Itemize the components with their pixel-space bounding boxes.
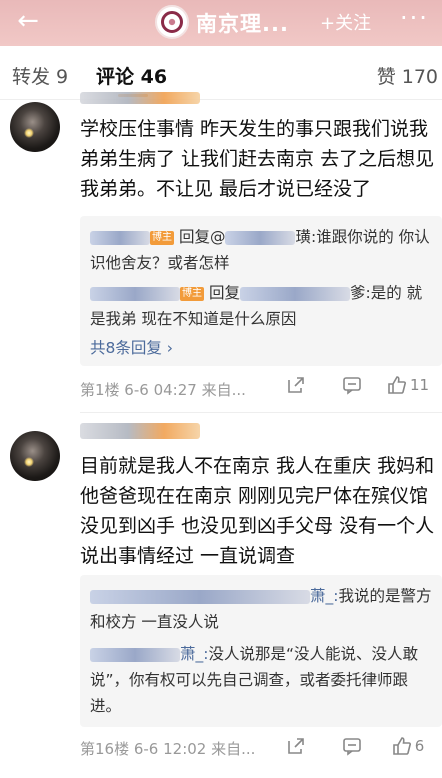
comment-icon	[343, 377, 361, 395]
reply-target-suffix: 爹:	[349, 284, 371, 302]
share-icon	[288, 377, 304, 393]
reply-target-suffix: 璜:	[295, 228, 317, 246]
like-button[interactable]: 11	[380, 372, 436, 398]
view-all-replies-link[interactable]: 共8条回复 ›	[90, 334, 432, 362]
share-button[interactable]	[268, 372, 324, 398]
commenter-avatar[interactable]	[10, 102, 60, 152]
university-logo-icon	[161, 11, 183, 33]
share-icon	[288, 738, 304, 754]
thumb-up-icon	[388, 376, 406, 394]
commenter-name-blurred[interactable]	[80, 423, 200, 439]
commenter-avatar[interactable]	[10, 431, 60, 481]
comment-meta: 第16楼 6-6 12:02 来自...	[80, 740, 256, 758]
comment-item: 目前就是我人不在南京 我人在重庆 我妈和他爸爸现在在南京 刚刚见完尸体在殡仪馆 …	[0, 415, 442, 775]
reply-target-blurred	[239, 286, 350, 301]
reply-author-suffix[interactable]: 萧_:	[180, 645, 208, 663]
tab-forward[interactable]: 转发 9	[12, 62, 68, 89]
comment-text: 学校压住事情 昨天发生的事只跟我们说我弟弟生病了 让我们赶去南京 去了之后想见我…	[80, 118, 435, 200]
reply-item: 萧_:我说的是警方和校方 一直没人说	[90, 583, 432, 635]
reply-author-blurred[interactable]	[90, 647, 180, 662]
comment-actions: 11	[268, 372, 436, 398]
reply-item: 博主 回复 爹:是的 就是我弟 现在不知道是什么原因	[90, 280, 432, 332]
tab-comments[interactable]: 评论 46	[96, 62, 167, 89]
comment-button[interactable]	[324, 372, 380, 398]
comment-button[interactable]	[324, 733, 380, 759]
reply-box[interactable]: 博主 回复@ 璜:谁跟你说的 你认识他舍友？或者怎样 博主 回复 爹:是的 就是我弟…	[80, 216, 442, 366]
tab-likes[interactable]: 赞 170	[377, 62, 438, 89]
reply-prefix: 回复@	[178, 228, 226, 246]
reply-author-blurred[interactable]	[90, 230, 150, 245]
reply-target-blurred	[225, 230, 296, 245]
top-navigation-bar: ← 南京理... +关注 ···	[0, 0, 442, 46]
like-button[interactable]: 6	[380, 733, 436, 759]
like-count: 11	[409, 376, 430, 394]
comment-actions: 6	[268, 733, 436, 759]
divider	[80, 412, 442, 413]
author-badge: 博主	[150, 230, 174, 245]
follow-button[interactable]: +关注	[320, 9, 371, 35]
commenter-name-blurred[interactable]	[80, 92, 200, 104]
thumb-up-icon	[392, 737, 411, 755]
reply-author-blurred[interactable]	[90, 589, 310, 604]
author-badge: 博主	[180, 286, 204, 301]
comment-icon	[343, 738, 361, 756]
like-count: 6	[414, 737, 425, 755]
reply-author-suffix[interactable]: 萧_:	[310, 587, 338, 605]
comment-meta: 第1楼 6-6 04:27 来自...	[80, 381, 246, 399]
comment-item: 学校压住事情 昨天发生的事只跟我们说我弟弟生病了 让我们赶去南京 去了之后想见我…	[0, 90, 442, 408]
share-button[interactable]	[268, 733, 324, 759]
reply-box[interactable]: 萧_:我说的是警方和校方 一直没人说 萧_:没人说那是“没人能说、没人敢说”，你…	[80, 575, 442, 727]
back-arrow-icon[interactable]: ←	[12, 6, 44, 38]
reply-author-blurred[interactable]	[90, 286, 180, 301]
account-avatar[interactable]	[155, 5, 189, 39]
reply-item: 博主 回复@ 璜:谁跟你说的 你认识他舍友？或者怎样	[90, 224, 432, 276]
more-options-icon[interactable]: ···	[400, 4, 429, 32]
reply-item: 萧_:没人说那是“没人能说、没人敢说”，你有权可以先自己调查，或者委托律师跟进。	[90, 641, 432, 719]
comment-text: 目前就是我人不在南京 我人在重庆 我妈和他爸爸现在在南京 刚刚见完尸体在殡仪馆 …	[80, 455, 435, 567]
account-name[interactable]: 南京理...	[196, 8, 289, 38]
reply-prefix: 回复	[208, 284, 240, 302]
